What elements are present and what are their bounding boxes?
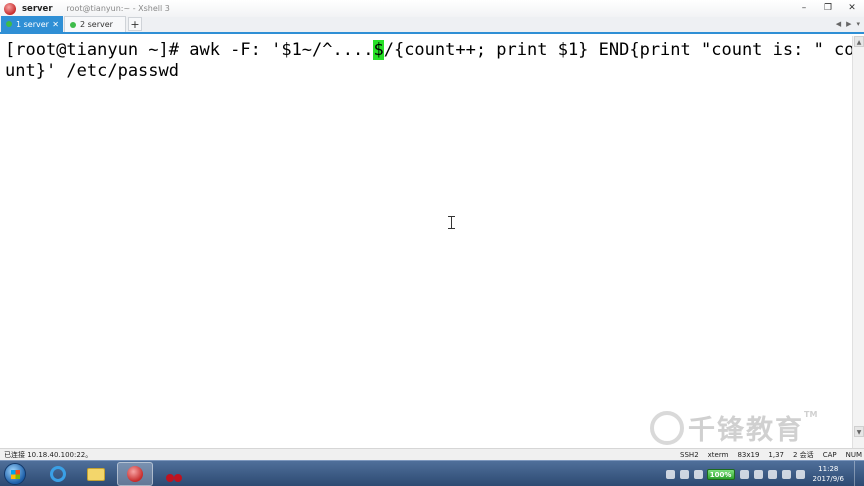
taskbar-xshell[interactable] [117,462,153,486]
connected-status-icon [6,21,12,27]
caps-lock-indicator: CAP [822,451,837,459]
scroll-up-icon[interactable]: ▲ [854,36,864,47]
taskbar-internet-explorer[interactable] [40,462,76,486]
taskbar-cherry-app[interactable] [156,462,192,486]
flag-icon[interactable] [781,469,791,479]
tab-prev-icon[interactable]: ◀ [836,20,841,28]
terminal-size: 83x19 [737,451,760,459]
terminal-line-1-start: [root@tianyun ~]# awk -F: '$1~/^.... [5,40,374,60]
volume-icon[interactable] [795,469,805,479]
show-desktop-button[interactable] [854,461,864,486]
xshell-icon [127,466,143,482]
connection-status: 已连接 10.18.40.100:22。 [4,450,93,459]
clock-date: 2017/9/6 [812,475,844,483]
status-bar: 已连接 10.18.40.100:22。 SSH2 xterm 83x19 1,… [0,448,864,460]
text-ibeam-cursor-icon [448,216,455,229]
protocol-indicator: SSH2 [680,451,699,459]
minimize-button[interactable]: – [798,2,810,14]
help-icon[interactable] [679,469,689,479]
cursor-position: 1,37 [768,451,784,459]
network-icon[interactable] [767,469,777,479]
tab-server-1[interactable]: 1 server ✕ [1,16,63,32]
system-tray: 100% 11:28 2017/9/6 [661,461,864,486]
terminal-type: xterm [707,451,729,459]
settings-icon[interactable] [693,469,703,479]
watermark-text: 千锋教育 [688,415,804,446]
watermark-logo-icon [650,410,684,445]
connected-status-icon [70,21,76,28]
tab-server-2[interactable]: 2 server [64,16,126,32]
session-tab-bar: 1 server ✕ 2 server + ◀ ▶ ▾ [0,16,864,34]
add-tab-button[interactable]: + [128,17,142,31]
tab-menu-icon[interactable]: ▾ [856,20,860,28]
watermark: 千锋教育 TM [650,408,817,447]
taskbar-file-explorer[interactable] [78,462,114,486]
window-subtitle: root@tianyun:~ - Xshell 3 [66,4,170,13]
close-button[interactable]: ✕ [846,2,858,14]
tab-close-icon[interactable]: ✕ [52,20,59,29]
folder-icon [87,467,105,481]
cherry-icon [166,466,182,482]
terminal-scrollbar[interactable]: ▲ ▼ [852,36,864,448]
terminal-cursor: $ [373,40,384,60]
xshell-logo-icon [4,2,16,15]
window-title: server [22,3,53,14]
tray-app-icon[interactable] [739,469,749,479]
start-button[interactable] [4,463,26,485]
window-controls: – ❐ ✕ [798,2,858,14]
terminal-output[interactable]: [root@tianyun ~]# awk -F: '$1~/^....$/{c… [0,36,855,448]
tab-label: 2 server [80,20,113,29]
clock-time: 11:28 [818,465,839,473]
window-titlebar: server root@tianyun:~ - Xshell 3 – ❐ ✕ [0,0,864,17]
terminal-line-2: unt}' /etc/passwd [5,61,179,81]
tab-navigation: ◀ ▶ ▾ [836,20,860,28]
watermark-trademark: TM [804,410,818,419]
taskbar-clock[interactable]: 11:28 2017/9/6 [813,464,844,484]
tray-app-icon[interactable] [665,469,675,479]
maximize-button[interactable]: ❐ [822,2,834,14]
session-count: 2 会话 [793,451,814,459]
battery-indicator[interactable]: 100% [706,468,735,480]
tab-next-icon[interactable]: ▶ [846,20,851,28]
windows-taskbar: 100% 11:28 2017/9/6 [0,460,864,486]
scroll-down-icon[interactable]: ▼ [854,426,864,437]
keyboard-icon[interactable] [753,469,763,479]
num-lock-indicator: NUM [845,451,862,459]
terminal-line-1-end: /{count++; print $1} END{print "count is… [383,40,855,60]
tab-label: 1 server [16,19,49,29]
internet-explorer-icon [50,466,66,482]
